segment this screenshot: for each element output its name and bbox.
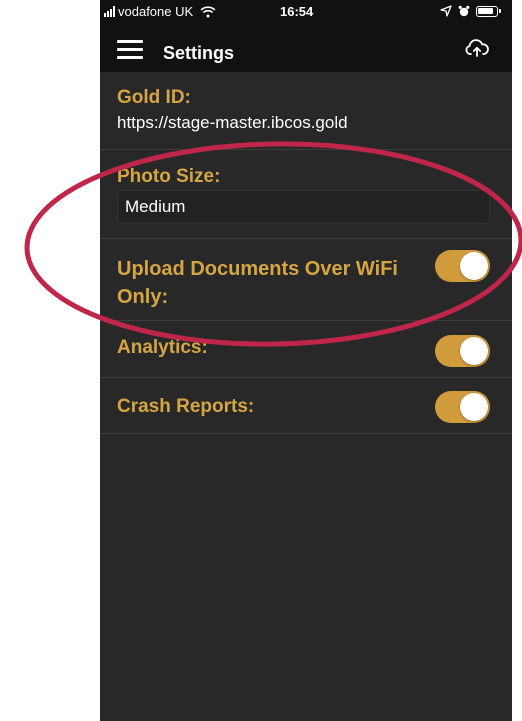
- phone-screen: vodafone UK 16:54 Settings Gold ID: http…: [100, 0, 512, 721]
- upload-wifi-only-row: Upload Documents Over WiFi Only:: [100, 239, 512, 321]
- analytics-row: Analytics:: [100, 321, 512, 378]
- photo-size-row: Photo Size: Medium: [100, 150, 512, 239]
- analytics-label: Analytics:: [117, 337, 208, 358]
- navigation-bar: Settings: [100, 26, 512, 72]
- location-arrow-icon: [440, 5, 452, 17]
- battery-icon: [476, 5, 501, 17]
- photo-size-label: Photo Size:: [117, 166, 221, 187]
- screenshot-stage: vodafone UK 16:54 Settings Gold ID: http…: [0, 0, 522, 721]
- status-bar: vodafone UK 16:54: [100, 0, 512, 26]
- analytics-toggle[interactable]: [435, 335, 490, 367]
- photo-size-select[interactable]: Medium: [117, 190, 490, 224]
- gold-id-value: https://stage-master.ibcos.gold: [117, 113, 348, 132]
- signal-strength-icon: [104, 6, 115, 17]
- crash-reports-row: Crash Reports:: [100, 378, 512, 434]
- upload-wifi-only-label: Upload Documents Over WiFi Only:: [117, 258, 398, 308]
- crash-reports-label: Crash Reports:: [117, 396, 255, 417]
- crash-reports-toggle[interactable]: [435, 391, 490, 423]
- page-title: Settings: [163, 43, 235, 63]
- alarm-clock-icon: [458, 5, 470, 17]
- hamburger-menu-icon[interactable]: [117, 40, 143, 60]
- upload-wifi-only-toggle[interactable]: [435, 250, 490, 282]
- cloud-upload-icon[interactable]: [465, 38, 489, 58]
- wifi-icon: [200, 5, 216, 17]
- status-left: vodafone UK: [104, 4, 216, 19]
- settings-list: Gold ID: https://stage-master.ibcos.gold…: [100, 72, 512, 434]
- status-right: [440, 5, 501, 17]
- gold-id-label: Gold ID:: [117, 87, 191, 108]
- carrier-label: vodafone UK: [118, 4, 194, 19]
- status-time: 16:54: [280, 4, 314, 19]
- gold-id-row: Gold ID: https://stage-master.ibcos.gold: [100, 72, 512, 150]
